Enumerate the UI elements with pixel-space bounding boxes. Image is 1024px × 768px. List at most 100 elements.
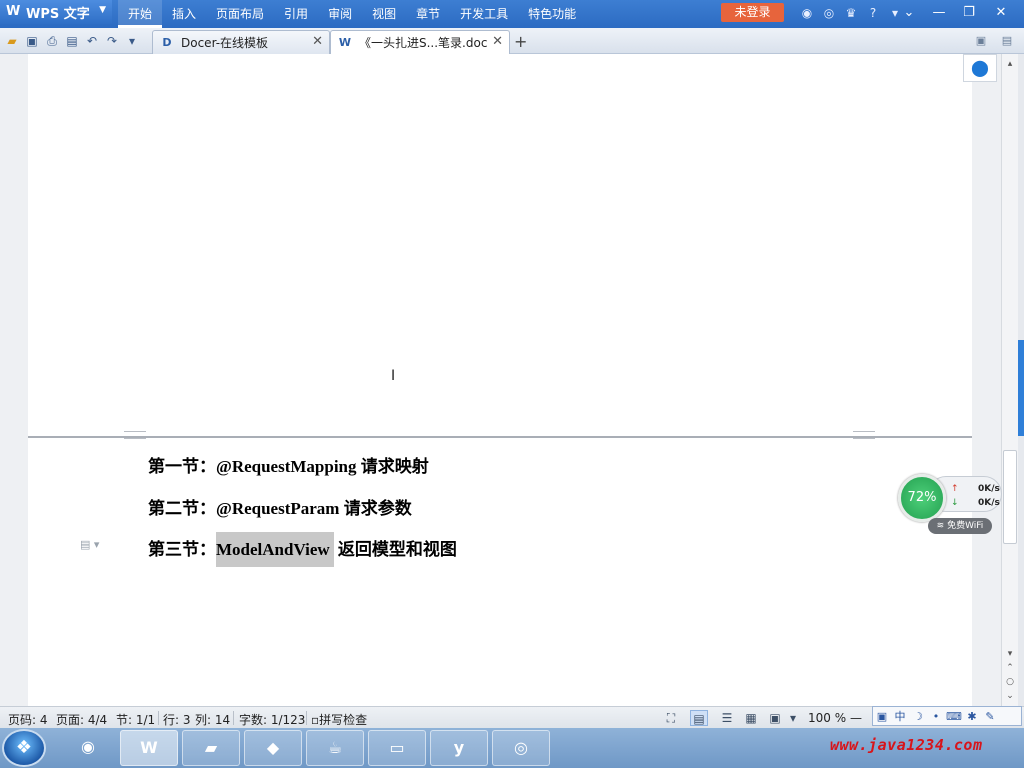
status-separator: [158, 711, 159, 725]
menu-item-references[interactable]: 引用: [274, 0, 318, 28]
heading-section-2[interactable]: 第二节：@RequestParam 请求参数: [148, 494, 412, 519]
scroll-up-icon[interactable]: ▴: [1004, 58, 1016, 70]
close-icon[interactable]: ✕: [986, 0, 1016, 26]
vertical-scrollbar[interactable]: ▴ ▾ ⌃ ○ ⌄: [1001, 54, 1018, 706]
side-panel-toggle[interactable]: [1018, 340, 1024, 436]
web-view-icon[interactable]: ▦: [742, 710, 760, 726]
upload-arrow-icon: ↑: [951, 484, 959, 494]
heading-suffix: 请求参数: [339, 499, 412, 518]
new-tab-icon[interactable]: +: [514, 32, 527, 51]
taskbar-app-recorder-icon[interactable]: ◆: [244, 730, 302, 766]
title-bar: W WPS 文字 ▼ 开始 插入 页面布局 引用 审阅 视图 章节 开发工具 特…: [0, 0, 1024, 28]
taskbar-app-browser-icon[interactable]: ◉: [58, 730, 118, 766]
view-dropdown-icon[interactable]: ▾: [784, 710, 802, 726]
skin-icon[interactable]: ♛: [840, 4, 862, 22]
menu-item-special[interactable]: 特色功能: [518, 0, 586, 28]
menu-item-chapter[interactable]: 章节: [406, 0, 450, 28]
tab-restore-icon[interactable]: ▤: [1000, 34, 1014, 48]
menu-item-page-layout[interactable]: 页面布局: [206, 0, 274, 28]
status-col[interactable]: 列: 14: [195, 711, 230, 728]
menu-item-review[interactable]: 审阅: [318, 0, 362, 28]
taskbar-app-terminal-icon[interactable]: ▰: [182, 730, 240, 766]
heading-section-1[interactable]: 第一节：@RequestMapping 请求映射: [148, 452, 429, 477]
close-icon[interactable]: ✕: [312, 34, 323, 49]
ime-settings-icon[interactable]: ✎: [981, 710, 999, 723]
document-page[interactable]: [28, 54, 972, 706]
open-folder-icon[interactable]: ▰: [2, 32, 22, 50]
title-toolbar: ◉ ◎ ♛ ? ▾: [796, 4, 906, 22]
heading-prefix: 第二节：: [148, 499, 216, 518]
download-rate: 0K/s: [978, 498, 1000, 508]
heading-suffix: 请求映射: [356, 457, 429, 476]
half-width-icon[interactable]: ☽: [909, 710, 927, 723]
ime-language[interactable]: 中: [891, 708, 909, 724]
app-name: WPS 文字: [26, 6, 90, 22]
paragraph-options-icon[interactable]: ▤ ▾: [80, 538, 99, 551]
zoom-out-icon[interactable]: —: [850, 711, 862, 725]
menu-item-insert[interactable]: 插入: [162, 0, 206, 28]
minimize-icon[interactable]: —: [924, 0, 954, 26]
ime-logo-icon[interactable]: ▣: [873, 710, 891, 723]
heading-section-3[interactable]: 第三节：ModelAndView 返回模型和视图: [148, 532, 457, 567]
keyboard-icon[interactable]: ⌨: [945, 710, 963, 723]
save-icon[interactable]: ▣: [22, 32, 42, 50]
ime-toolbar: ▣ 中 ☽ • ⌨ ✱ ✎: [872, 706, 1022, 726]
tab-list-icon[interactable]: ▣: [974, 34, 988, 48]
redo-icon[interactable]: ↷: [102, 32, 122, 50]
collapse-ribbon-icon[interactable]: ⌄: [894, 0, 924, 26]
location-pin-icon[interactable]: ⬤: [963, 54, 997, 82]
taskbar-app-yinxiang-icon[interactable]: y: [430, 730, 488, 766]
free-wifi-button[interactable]: ≋ 免费WiFi: [928, 518, 992, 534]
spell-check-toggle[interactable]: ▫拼写检查: [311, 711, 367, 728]
status-section[interactable]: 节: 1/1: [116, 711, 155, 728]
ribbon-menu: 开始 插入 页面布局 引用 审阅 视图 章节 开发工具 特色功能: [118, 0, 586, 28]
print-preview-icon[interactable]: ▤: [62, 32, 82, 50]
reading-view-icon[interactable]: ▣: [766, 710, 784, 726]
start-button[interactable]: ❖: [2, 729, 46, 767]
taskbar-app-chrome-icon[interactable]: ◎: [492, 730, 550, 766]
restore-icon[interactable]: ❐: [954, 0, 984, 26]
margin-corner-left: [124, 431, 146, 439]
customize-dropdown-icon[interactable]: ▾: [122, 32, 142, 50]
page-view-icon[interactable]: ▤: [690, 710, 708, 726]
outline-view-icon[interactable]: ☰: [718, 710, 736, 726]
heading-prefix: 第三节：: [148, 540, 216, 559]
tab-label: Docer-在线模板: [181, 36, 269, 50]
status-pages[interactable]: 页面: 4/4: [56, 711, 107, 728]
windows-logo-icon: ❖: [15, 737, 33, 758]
scroll-down-icon[interactable]: ▾: [1004, 648, 1016, 660]
fullscreen-view-icon[interactable]: ⛶: [662, 710, 680, 726]
close-icon[interactable]: ✕: [492, 34, 503, 49]
wifi-label: 免费WiFi: [947, 521, 984, 531]
selected-text[interactable]: ModelAndView: [216, 532, 334, 567]
network-widget[interactable]: 72% ↑ 0K/s ↓ 0K/s ≋ 免费WiFi: [898, 474, 1006, 534]
status-page-code[interactable]: 页码: 4: [8, 711, 48, 728]
app-menu-button[interactable]: W WPS 文字 ▼: [0, 0, 112, 24]
docer-icon: D: [162, 35, 172, 49]
ime-menu-icon[interactable]: ✱: [963, 710, 981, 723]
taskbar-app-eclipse-icon[interactable]: ☕: [306, 730, 364, 766]
sync-icon[interactable]: ◉: [796, 4, 818, 22]
chevron-down-icon: ▼: [99, 5, 106, 15]
undo-icon[interactable]: ↶: [82, 32, 102, 50]
menu-item-view[interactable]: 视图: [362, 0, 406, 28]
prev-page-icon[interactable]: ⌃: [1004, 662, 1016, 674]
status-word-count[interactable]: 字数: 1/123: [239, 711, 305, 728]
tab-document[interactable]: W 《一头扎进S...笔录.doc ✕: [330, 30, 510, 54]
upload-rate: 0K/s: [978, 484, 1000, 494]
select-browse-icon[interactable]: ○: [1004, 676, 1016, 688]
print-icon[interactable]: ⎙: [42, 32, 62, 50]
menu-item-start[interactable]: 开始: [118, 0, 163, 28]
status-row[interactable]: 行: 3: [163, 711, 191, 728]
taskbar-app-wps-icon[interactable]: W: [120, 730, 178, 766]
quick-access-toolbar: ▰ ▣ ⎙ ▤ ↶ ↷ ▾: [2, 32, 142, 50]
login-button[interactable]: 未登录: [721, 3, 784, 22]
share-icon[interactable]: ◎: [818, 4, 840, 22]
punctuation-icon[interactable]: •: [927, 710, 945, 723]
help-icon[interactable]: ?: [862, 4, 884, 22]
tab-docer[interactable]: D Docer-在线模板 ✕: [152, 30, 330, 54]
taskbar-app-explorer-icon[interactable]: ▭: [368, 730, 426, 766]
zoom-level[interactable]: 100 %: [808, 711, 846, 725]
next-page-icon[interactable]: ⌄: [1004, 690, 1016, 702]
menu-item-developer[interactable]: 开发工具: [450, 0, 518, 28]
